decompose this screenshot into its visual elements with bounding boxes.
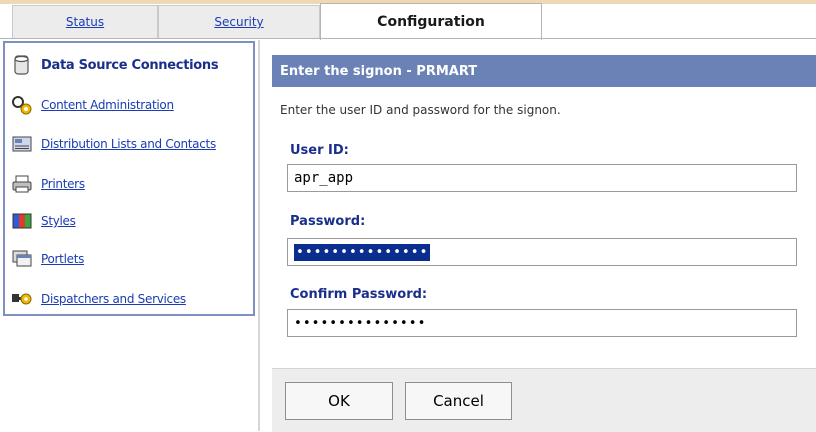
dialog-title: Enter the signon - PRMART [280,63,478,79]
password-label: Password: [290,214,366,229]
instructions-text: Enter the user ID and password for the s… [280,103,561,117]
tab-configuration[interactable]: Configuration [320,3,542,40]
contacts-icon [11,134,33,154]
nav-item-content-administration[interactable]: Content Administration [11,94,174,116]
nav-item-data-source-connections[interactable]: Data Source Connections [11,54,219,76]
nav-item-styles[interactable]: Styles [11,210,76,232]
styles-icon [11,211,33,231]
confirm-password-value: ••••••••••••••• [294,315,427,331]
password-value: ••••••••••••••• [294,243,431,261]
user-id-value: apr_app [294,170,354,186]
nav-item-label: Styles [41,214,76,228]
tab-baseline [0,38,816,39]
cancel-button[interactable]: Cancel [405,382,512,420]
portlets-icon [11,249,33,269]
tab-bar: Status Security Configuration [0,0,816,40]
nav-item-label: Distribution Lists and Contacts [41,137,216,151]
content-admin-icon [11,95,33,115]
nav-item-label: Dispatchers and Services [41,292,186,306]
dispatchers-icon [11,289,33,309]
confirm-password-input[interactable]: ••••••••••••••• [287,309,797,337]
tab-status[interactable]: Status [12,5,158,38]
user-id-label: User ID: [290,143,349,158]
nav-item-printers[interactable]: Printers [11,173,85,195]
password-input[interactable]: ••••••••••••••• [287,238,797,266]
tab-security[interactable]: Security [158,5,320,38]
database-icon [11,55,33,75]
nav-item-label: Data Source Connections [41,57,219,73]
user-id-input[interactable]: apr_app [287,164,797,192]
nav-item-dispatchers-and-services[interactable]: Dispatchers and Services [11,288,186,310]
ok-button[interactable]: OK [285,382,393,420]
dialog-title-bar: Enter the signon - PRMART [272,55,816,87]
nav-item-label: Portlets [41,252,85,266]
nav-item-portlets[interactable]: Portlets [11,248,84,270]
nav-item-label: Content Administration [41,98,174,112]
pane-divider [258,40,260,431]
confirm-password-label: Confirm Password: [290,287,428,302]
left-nav-panel: Data Source Connections Content Administ… [3,41,255,316]
printer-icon [11,174,33,194]
nav-item-label: Printers [41,177,85,191]
nav-item-distribution-lists[interactable]: Distribution Lists and Contacts [11,133,216,155]
